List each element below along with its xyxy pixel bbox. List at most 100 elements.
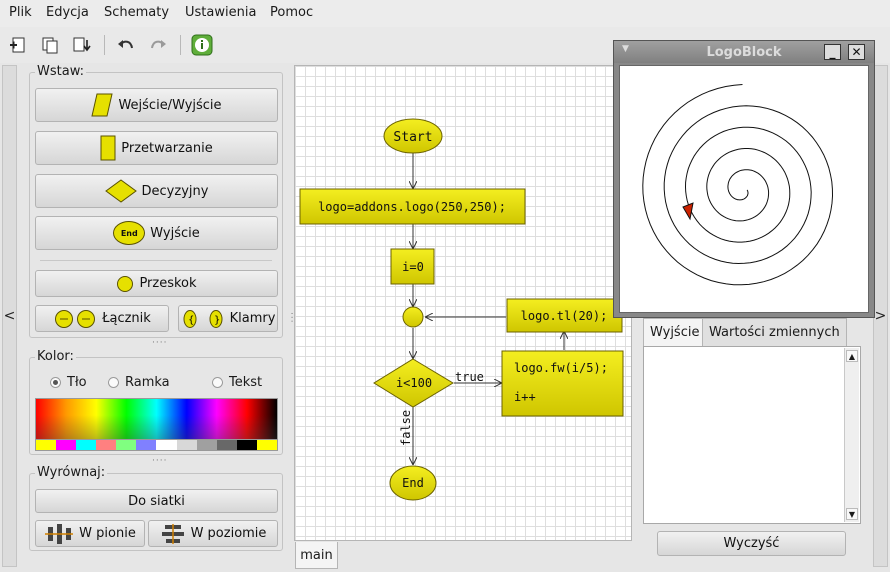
turtle-icon: [682, 202, 694, 221]
turtle-canvas: [619, 65, 869, 313]
loop-body-line2: i++: [514, 390, 536, 404]
color-swatch[interactable]: [236, 440, 257, 450]
align-title: Wyrównaj:: [35, 465, 108, 480]
menu-plik[interactable]: Plik: [9, 5, 32, 20]
turtle-spiral-path: [642, 84, 834, 286]
insert-title: Wstaw:: [35, 64, 86, 79]
loop-body-line1: logo.fw(i/5);: [514, 361, 608, 375]
radio-dot[interactable]: [108, 377, 119, 388]
svg-text:}: }: [214, 315, 220, 326]
color-swatch[interactable]: [56, 440, 77, 450]
splitter-grip[interactable]: ····: [152, 456, 167, 466]
collapse-right-arrow[interactable]: >: [873, 65, 888, 567]
spiral-drawing: [642, 84, 834, 286]
menu-edycja[interactable]: Edycja: [46, 5, 89, 20]
scroll-down-icon[interactable]: ▼: [846, 508, 858, 520]
logoblock-title-bar[interactable]: ▼ LogoBlock _ ✕: [614, 41, 874, 63]
true-label: true: [455, 370, 484, 384]
align-vertical-button[interactable]: W pionie: [35, 520, 145, 547]
circle-icon: [117, 275, 134, 292]
process-block-label: Przetwarzanie: [121, 140, 213, 156]
menu-ustawienia[interactable]: Ustawienia: [185, 5, 256, 20]
parallelogram-icon: [91, 93, 114, 117]
window-menu-icon[interactable]: ▼: [622, 44, 629, 54]
radio-dot[interactable]: [50, 377, 61, 388]
false-label: false: [399, 410, 413, 446]
color-swatch[interactable]: [96, 440, 117, 450]
radio-border-label: Ramka: [125, 375, 170, 390]
align-vertical-icon: [45, 523, 74, 544]
splitter-grip[interactable]: ····: [152, 338, 167, 348]
radio-text-label: Tekst: [229, 375, 263, 390]
menu-schematy[interactable]: Schematy: [104, 5, 169, 20]
close-icon[interactable]: ✕: [848, 44, 865, 60]
color-swatches: [35, 440, 278, 451]
color-swatch[interactable]: [36, 440, 57, 450]
color-swatch[interactable]: [256, 440, 277, 450]
align-vertical-label: W pionie: [79, 526, 136, 541]
end-node-label: End: [402, 476, 424, 490]
flowchart-diagram: Start logo=addons.logo(250,250); i=0 log…: [299, 118, 624, 501]
scroll-up-icon[interactable]: ▲: [846, 350, 858, 362]
new-file-icon[interactable]: [6, 33, 30, 57]
diamond-icon: [104, 179, 137, 203]
align-to-grid-button[interactable]: Do siatki: [35, 489, 278, 513]
color-spectrum-picker[interactable]: [35, 398, 278, 440]
connector-block-button[interactable]: Łącznik: [35, 305, 169, 332]
align-horizontal-label: W poziomie: [190, 526, 267, 541]
save-icon[interactable]: [70, 33, 94, 57]
brackets-icon: {}: [183, 309, 223, 328]
redo-icon[interactable]: [146, 33, 170, 57]
brackets-block-button[interactable]: {} Klamry: [178, 305, 278, 332]
connector-block-label: Łącznik: [102, 311, 151, 326]
menu-bar: Plik Edycja Schematy Ustawienia Pomoc: [0, 0, 890, 27]
clear-button[interactable]: Wyczyść: [657, 531, 846, 556]
radio-background[interactable]: Tło: [50, 375, 87, 390]
color-swatch[interactable]: [136, 440, 157, 450]
tab-main[interactable]: main: [295, 542, 338, 569]
io-block-button[interactable]: Wejście/Wyjście: [35, 88, 278, 122]
align-horizontal-button[interactable]: W poziomie: [148, 520, 278, 547]
color-swatch[interactable]: [176, 440, 197, 450]
rectangle-icon: [100, 135, 116, 161]
connector-icon: [55, 309, 96, 328]
flowchart-canvas[interactable]: Start logo=addons.logo(250,250); i=0 log…: [294, 65, 632, 541]
decision-block-button[interactable]: Decyzyjny: [35, 174, 278, 208]
color-swatch[interactable]: [196, 440, 217, 450]
jump-block-label: Przeskok: [139, 276, 197, 291]
radio-border[interactable]: Ramka: [108, 375, 170, 390]
logoblock-window[interactable]: ▼ LogoBlock _ ✕: [613, 40, 875, 318]
jump-block-button[interactable]: Przeskok: [35, 270, 278, 297]
end-badge-icon: End: [113, 221, 146, 245]
exit-block-button[interactable]: End Wyjście: [35, 216, 278, 250]
undo-icon[interactable]: [114, 33, 138, 57]
svg-text:{: {: [188, 315, 194, 326]
start-node-label: Start: [393, 130, 432, 145]
color-swatch[interactable]: [116, 440, 137, 450]
color-swatch[interactable]: [76, 440, 97, 450]
decision-block-label: Decyzyjny: [141, 183, 209, 199]
output-scrollbar[interactable]: ▲ ▼: [844, 348, 859, 522]
init-block-label: logo=addons.logo(250,250);: [318, 200, 506, 214]
turn-block-label: logo.tl(20);: [521, 309, 608, 323]
color-swatch[interactable]: [216, 440, 237, 450]
junction-node[interactable]: [402, 306, 424, 328]
info-icon[interactable]: [190, 33, 214, 57]
minimize-icon[interactable]: _: [824, 44, 841, 60]
align-horizontal-icon: [161, 523, 184, 544]
tab-output[interactable]: Wyjście: [643, 318, 707, 346]
tab-variables[interactable]: Wartości zmiennych: [702, 318, 847, 346]
i-init-block-label: i=0: [402, 260, 424, 274]
brackets-block-label: Klamry: [229, 311, 276, 326]
collapse-left-arrow[interactable]: <: [2, 65, 17, 567]
color-swatch[interactable]: [156, 440, 177, 450]
radio-dot[interactable]: [212, 377, 223, 388]
process-block-button[interactable]: Przetwarzanie: [35, 131, 278, 165]
radio-background-label: Tło: [67, 375, 87, 390]
condition-label: i<100: [396, 376, 432, 390]
copy-icon[interactable]: [38, 33, 62, 57]
radio-text[interactable]: Tekst: [212, 375, 262, 390]
color-title: Kolor:: [35, 349, 76, 364]
menu-pomoc[interactable]: Pomoc: [270, 5, 313, 20]
output-text-area[interactable]: [643, 346, 861, 524]
